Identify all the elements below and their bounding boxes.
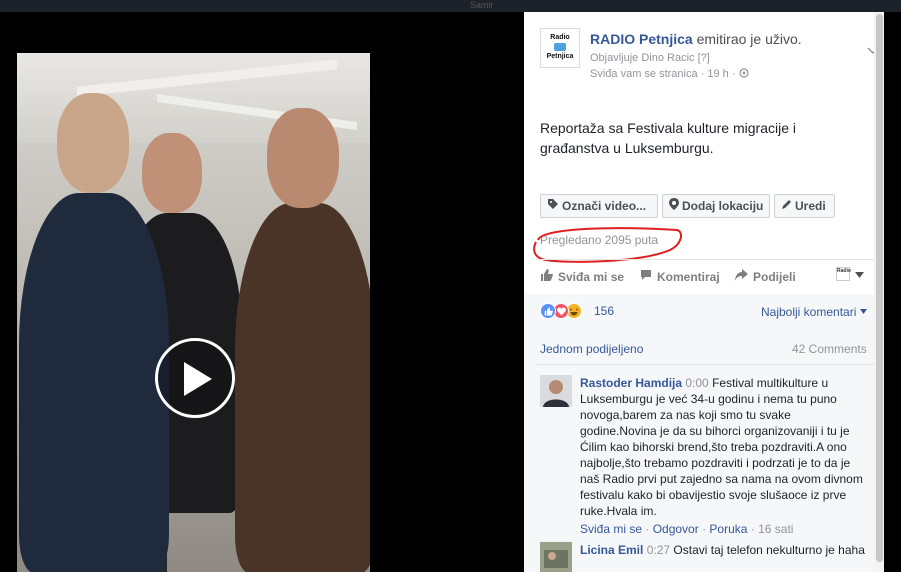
video-figure-head [57,93,129,193]
comment-age: 16 sati [758,522,794,536]
edit-label: Uredi [795,199,826,213]
caret-down-icon [859,309,867,314]
comment-reply-button[interactable]: Odgovor [653,522,699,536]
page-avatar-mini[interactable]: Radio [836,267,851,281]
comment-count[interactable]: 42 Comments [792,342,867,356]
edit-button[interactable]: Uredi [774,194,835,218]
share-label: Podijeli [753,270,796,284]
add-location-button[interactable]: Dodaj lokaciju [662,194,770,218]
thumb-up-icon [544,307,553,316]
post-meta: Sviđa vam se stranica · 19 h · [590,68,749,80]
published-by: Objavljuje Dino Racic [?] [590,52,710,64]
video-figure-head [267,108,339,208]
comment-text: Festival multikulture u Luksemburgu je v… [580,376,863,518]
reaction-count[interactable]: 156 [594,304,614,318]
post-title: RADIO Petnjica emitirao je uživo. [590,31,802,47]
page-edge [884,12,901,572]
comment-avatar[interactable] [540,542,572,572]
comment-icon [641,270,651,280]
post-header: Radio Petnjica RADIO Petnjica emitirao j… [540,28,879,88]
comment-body: Rastoder Hamdija 0:00 Festival multikult… [580,375,870,537]
tag-video-button[interactable]: Označi video... [540,194,658,218]
comment-timestamp-link[interactable]: 0:00 [685,376,708,390]
like-button[interactable]: Sviđa mi se [540,269,624,284]
page-logo[interactable]: Radio Petnjica [540,28,580,68]
video-stage [0,12,524,572]
pencil-icon [782,200,791,209]
mini-logo-text: Radio [837,268,851,274]
post-action-bar: Sviđa mi se Komentiraj Podijeli Radio [540,267,870,287]
video-frame[interactable] [17,53,370,572]
add-location-label: Dodaj lokaciju [682,199,764,213]
tag-video-label: Označi video... [562,199,647,213]
like-reaction-icon [540,303,556,319]
comment-author[interactable]: Rastoder Hamdija [580,376,682,390]
published-by-text: Objavljuje Dino Racic [590,52,695,64]
post-meta-text: Sviđa vam se stranica · 19 h · [590,68,736,80]
location-pin-icon [669,198,679,210]
laugh-face-icon [569,308,579,316]
play-button[interactable] [155,338,235,418]
post-action-text: emitirao je uživo. [696,31,802,47]
tag-icon [548,199,558,209]
share-arrow-icon [735,269,748,281]
share-button[interactable]: Podijeli [735,269,796,284]
top-bar: Samir [0,0,901,12]
video-figure-left [19,193,169,572]
globe-icon [738,68,749,78]
comment-message-button[interactable]: Poruka [709,522,747,536]
comment-actions: Sviđa mi se · Odgovor · Poruka · 16 sati [580,522,794,536]
actor-selector-caret[interactable] [855,270,864,281]
logo-text-bottom: Petnjica [546,53,574,60]
video-figure-right [235,203,370,572]
heart-icon [556,307,566,316]
comment-button[interactable]: Komentiraj [640,269,720,284]
comment-author[interactable]: Licina Emil [580,543,643,557]
divider [536,364,876,365]
comment-avatar[interactable] [540,375,572,407]
scrollbar-thumb[interactable] [876,14,883,562]
share-count-link[interactable]: Jednom podijeljeno [540,342,643,356]
avatar-photo [540,542,572,572]
thumb-up-icon [541,269,553,281]
avatar-photo [540,375,572,407]
comment-text: Ostavi taj telefon nekulturno je haha [673,543,865,557]
annotation-circle [533,227,682,263]
comment-body: Licina Emil 0:27 Ostavi taj telefon neku… [580,542,870,558]
post-text: Reportaža sa Festivala kulture migracije… [540,120,796,156]
play-icon [184,362,212,396]
comment-timestamp-link[interactable]: 0:27 [647,543,670,557]
like-label: Sviđa mi se [558,270,625,284]
divider [536,259,876,260]
logo-mark [554,43,566,51]
help-mark[interactable]: [?] [698,52,710,64]
top-bar-hint: Samir [470,0,494,10]
comment-sort-dropdown[interactable]: Najbolji komentari [761,305,867,319]
page-name-link[interactable]: RADIO Petnjica [590,31,693,47]
comment-sort-label: Najbolji komentari [761,305,857,319]
logo-text-top: Radio [550,34,570,41]
comment-label: Komentiraj [657,270,720,284]
chevron-down-icon [855,272,864,278]
video-figure-head [142,133,202,213]
post-panel: Radio Petnjica RADIO Petnjica emitirao j… [524,12,884,572]
comment-like-button[interactable]: Sviđa mi se [580,522,642,536]
